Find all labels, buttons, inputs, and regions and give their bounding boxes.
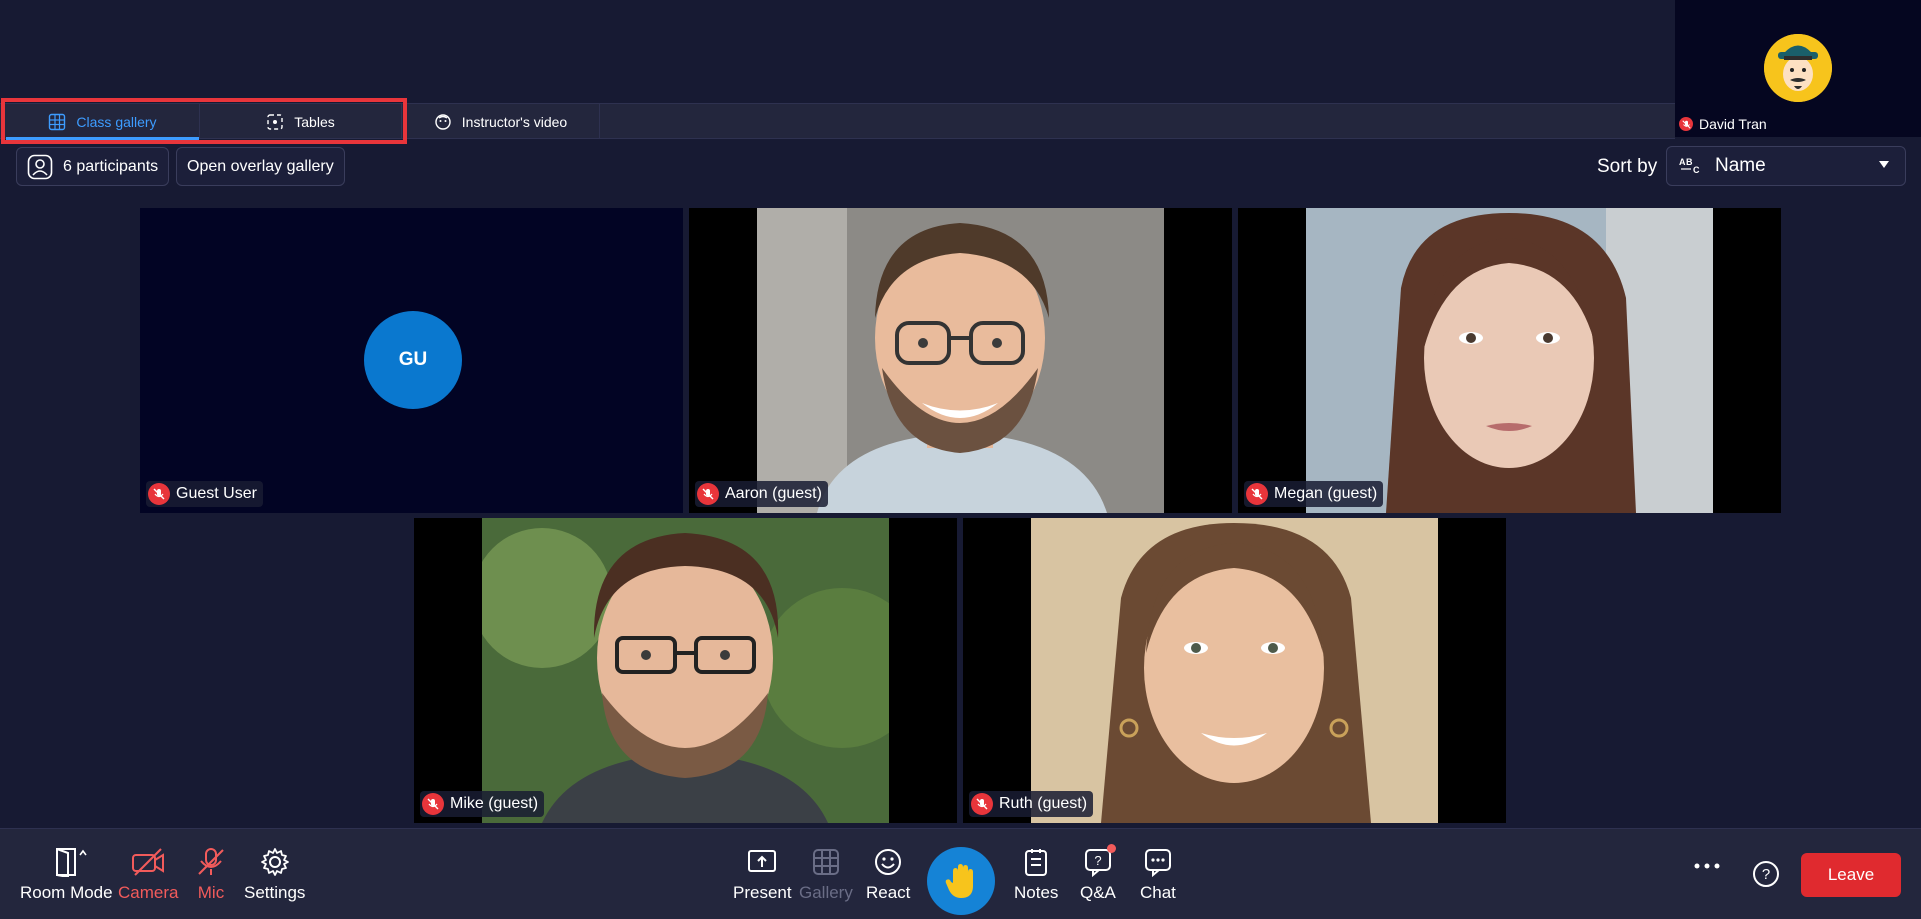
gear-icon	[260, 848, 289, 876]
mic-off-icon	[198, 848, 224, 875]
mic-off-icon	[1246, 483, 1268, 505]
participant-name: Ruth (guest)	[999, 795, 1088, 812]
more-options-button[interactable]	[1692, 861, 1722, 871]
view-tabs: Class gallery Tables Instructor's video	[0, 103, 1675, 140]
open-overlay-gallery-button[interactable]: Open overlay gallery	[176, 147, 345, 186]
self-video[interactable]: David Tran	[1675, 0, 1921, 137]
react-button[interactable]: React	[866, 847, 910, 903]
face-icon	[435, 113, 451, 130]
tab-label: Tables	[294, 113, 335, 130]
video-tile-ruth[interactable]: Ruth (guest)	[963, 518, 1506, 823]
participant-video	[482, 518, 889, 823]
top-banner	[0, 0, 1675, 103]
video-tile-mike[interactable]: Mike (guest)	[414, 518, 957, 823]
video-tile-guest-user[interactable]: GU Guest User	[140, 208, 683, 513]
svg-text:C: C	[1693, 165, 1700, 175]
mic-off-icon	[1679, 117, 1693, 131]
leave-button[interactable]: Leave	[1801, 853, 1901, 897]
tab-instructors-video[interactable]: Instructor's video	[402, 104, 600, 139]
mic-off-icon	[971, 793, 993, 815]
chat-button[interactable]: Chat	[1140, 847, 1176, 903]
participant-name: Aaron (guest)	[725, 485, 822, 502]
svg-text:?: ?	[1762, 866, 1770, 883]
tab-class-gallery[interactable]: Class gallery	[6, 104, 200, 140]
help-icon: ?	[1753, 861, 1779, 887]
video-tile-aaron[interactable]: Aaron (guest)	[689, 208, 1232, 513]
tab-label: Instructor's video	[461, 113, 568, 130]
tool-label: Q&A	[1080, 883, 1116, 902]
mic-off-icon	[422, 793, 444, 815]
classroom-app: David Tran Class gallery Tables Instruct…	[0, 0, 1921, 919]
room-mode-button[interactable]: Room Mode	[20, 847, 113, 903]
participant-video	[757, 208, 1164, 513]
bottom-toolbar: Room Mode Camera Mic Settings Present Ga…	[0, 828, 1921, 919]
qa-button[interactable]: ? Q&A	[1080, 844, 1116, 903]
tile-name-label: Aaron (guest)	[695, 481, 828, 507]
chevron-down-icon	[1879, 161, 1889, 168]
sort-dropdown[interactable]: ABC Name	[1666, 146, 1906, 186]
person-icon	[27, 154, 53, 179]
self-avatar	[1764, 34, 1832, 102]
participants-button[interactable]: 6 participants	[16, 147, 170, 186]
participant-video	[1306, 208, 1713, 513]
participants-label: 6 participants	[63, 157, 159, 175]
door-icon	[56, 848, 87, 877]
tool-label: Mic	[197, 883, 225, 902]
self-name-label: David Tran	[1679, 116, 1767, 132]
tile-name-label: Megan (guest)	[1244, 481, 1384, 507]
tool-label: Camera	[118, 883, 179, 902]
svg-text:?: ?	[1094, 853, 1101, 868]
tool-label: Gallery	[799, 883, 853, 902]
notes-button[interactable]: Notes	[1014, 847, 1058, 903]
tile-name-label: Guest User	[146, 481, 263, 507]
settings-button[interactable]: Settings	[244, 847, 305, 903]
tool-label: Chat	[1140, 883, 1176, 902]
camera-off-icon	[132, 848, 165, 876]
smiley-icon	[875, 849, 902, 875]
grid-icon	[812, 849, 839, 875]
tile-name-label: Ruth (guest)	[969, 791, 1094, 817]
mic-button[interactable]: Mic	[196, 847, 226, 903]
participant-name: Guest User	[176, 485, 257, 502]
abc-sort-icon: A BC	[1679, 157, 1700, 175]
present-icon	[748, 850, 777, 872]
participant-name: Mike (guest)	[450, 795, 539, 812]
participant-video	[1031, 518, 1438, 823]
more-dots-icon	[1694, 863, 1720, 869]
participant-name: Megan (guest)	[1274, 485, 1378, 502]
present-button[interactable]: Present	[733, 847, 792, 903]
help-button[interactable]: ?	[1751, 859, 1781, 889]
sort-value: Name	[1715, 155, 1766, 176]
tool-label: React	[866, 883, 911, 902]
mic-off-icon	[697, 483, 719, 505]
tool-label: Room Mode	[20, 883, 113, 902]
self-name: David Tran	[1699, 116, 1767, 132]
svg-text:A: A	[1679, 157, 1686, 167]
notes-icon	[1025, 849, 1048, 876]
mic-off-icon	[148, 483, 170, 505]
tables-icon	[267, 113, 283, 130]
video-tile-megan[interactable]: Megan (guest)	[1238, 208, 1781, 513]
svg-text:B: B	[1686, 157, 1693, 167]
tab-tables[interactable]: Tables	[200, 104, 402, 139]
tab-label: Class gallery	[76, 113, 157, 130]
chat-icon	[1144, 849, 1171, 877]
tool-label: Notes	[1014, 883, 1059, 902]
hand-icon	[945, 864, 973, 898]
gallery-button[interactable]: Gallery	[799, 847, 853, 903]
raise-hand-button[interactable]	[927, 847, 995, 915]
avatar: GU	[364, 311, 462, 409]
notification-dot	[1107, 844, 1116, 853]
overlay-label: Open overlay gallery	[187, 157, 334, 175]
tile-name-label: Mike (guest)	[420, 791, 545, 817]
camera-button[interactable]: Camera	[118, 847, 178, 903]
sort-label: Sort by	[1597, 156, 1658, 177]
tool-label: Present	[733, 883, 792, 902]
globe-icon	[49, 113, 66, 130]
tool-label: Settings	[244, 883, 306, 902]
